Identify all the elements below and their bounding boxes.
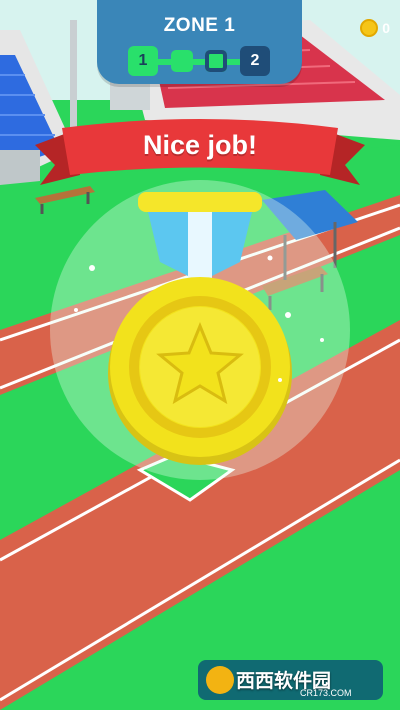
stage-end-badge: 2 bbox=[240, 46, 270, 76]
coin-counter: 0 bbox=[360, 19, 390, 37]
medal bbox=[108, 277, 292, 465]
watermark-url: CR173.COM bbox=[300, 688, 352, 698]
game-scene bbox=[0, 0, 400, 710]
pole bbox=[70, 20, 77, 130]
progress-dot-1 bbox=[171, 50, 193, 72]
zone-title: ZONE 1 bbox=[163, 15, 236, 36]
reward-message: Nice job! bbox=[142, 130, 257, 160]
stage-start-badge: 1 bbox=[128, 46, 158, 76]
coin-count: 0 bbox=[382, 20, 390, 36]
coin-icon bbox=[360, 19, 379, 37]
progress-dot-2 bbox=[205, 50, 227, 72]
